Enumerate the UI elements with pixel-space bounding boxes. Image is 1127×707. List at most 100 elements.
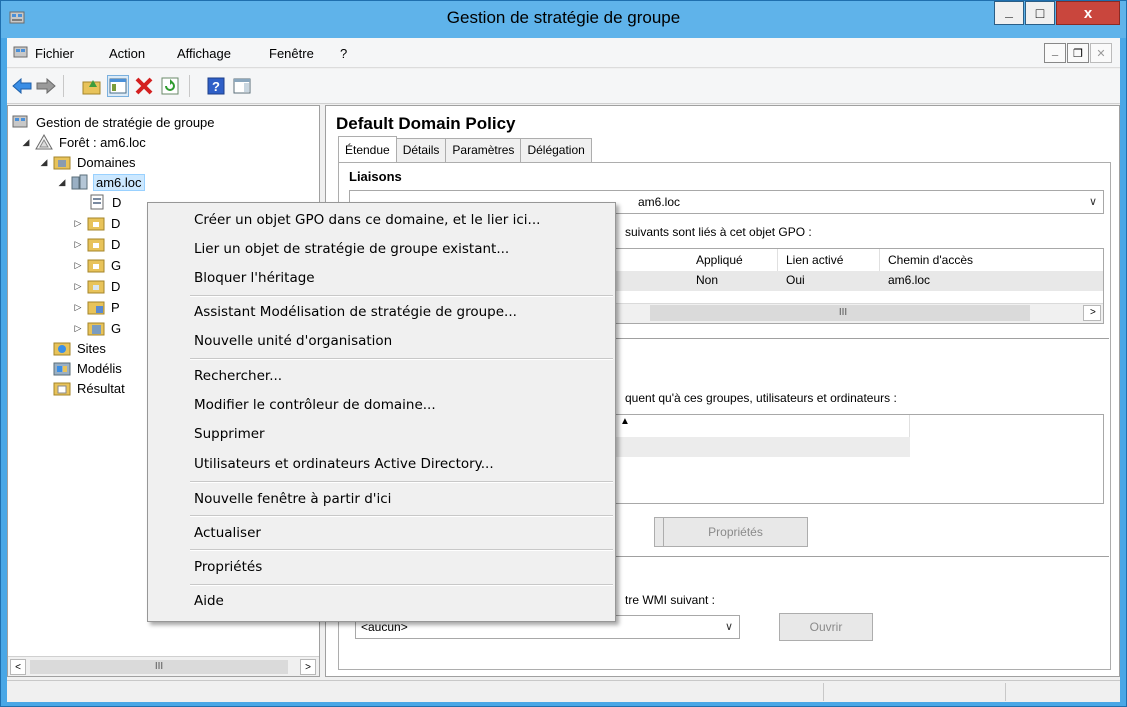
properties-button[interactable]: Propriétés bbox=[663, 517, 808, 547]
title-bar[interactable]: Gestion de stratégie de groupe _ □ x bbox=[1, 1, 1126, 38]
tree-domain-label: am6.loc bbox=[93, 173, 145, 191]
mdi-restore-button[interactable]: ❐ bbox=[1067, 43, 1089, 63]
tree-child-ou[interactable]: ▷ D bbox=[72, 276, 122, 296]
tree-root[interactable]: Gestion de stratégie de groupe bbox=[12, 112, 217, 132]
collapse-arrow-icon[interactable]: ◢ bbox=[38, 157, 50, 168]
tree-child-ou[interactable]: ▷ D bbox=[72, 234, 122, 254]
tree-forest-label: Forêt : am6.loc bbox=[59, 134, 146, 150]
show-hide-tree-button[interactable] bbox=[107, 75, 129, 97]
gpm-root-icon bbox=[12, 115, 28, 128]
menu-separator bbox=[190, 295, 613, 297]
tree-forest[interactable]: ◢ Forêt : am6.loc bbox=[20, 132, 148, 152]
maximize-icon: □ bbox=[1035, 5, 1045, 21]
mdi-restore-icon: ❐ bbox=[1073, 47, 1083, 60]
menu-fenetre[interactable]: Fenêtre bbox=[269, 46, 314, 61]
tree-child-label: D bbox=[112, 194, 122, 210]
expand-arrow-icon[interactable]: ▷ bbox=[72, 239, 84, 250]
tab-details[interactable]: Détails bbox=[395, 138, 447, 162]
tree-child-label: D bbox=[111, 236, 121, 252]
tree-child-ou[interactable]: ▷ D bbox=[72, 213, 122, 233]
scroll-thumb[interactable]: III bbox=[30, 660, 288, 674]
tree-child-gpo-link[interactable]: D bbox=[88, 192, 123, 212]
tree-sites[interactable]: Sites bbox=[38, 338, 108, 358]
ou-folder-icon bbox=[87, 217, 105, 231]
tree-child-ou[interactable]: ▷ P bbox=[72, 297, 122, 317]
scroll-left-arrow-icon[interactable]: < bbox=[10, 659, 26, 675]
menu-action[interactable]: Action bbox=[109, 46, 145, 61]
menu-bar: Fichier Action Affichage Fenêtre ? _ ❐ ✕ bbox=[7, 38, 1120, 68]
ctx-delete[interactable]: Supprimer bbox=[150, 421, 613, 448]
tree-horizontal-scrollbar[interactable]: < III > bbox=[8, 656, 319, 676]
mdi-close-icon: ✕ bbox=[1096, 47, 1106, 60]
expand-arrow-icon[interactable]: ▷ bbox=[72, 218, 84, 229]
tree-domains[interactable]: ◢ Domaines bbox=[38, 152, 138, 172]
collapse-arrow-icon[interactable]: ◢ bbox=[56, 177, 68, 188]
ctx-new-window[interactable]: Nouvelle fenêtre à partir d'ici bbox=[150, 486, 613, 513]
cell-link-enabled: Oui bbox=[786, 273, 805, 287]
delete-button[interactable] bbox=[133, 75, 155, 97]
tree-modeling[interactable]: Modélis bbox=[38, 358, 124, 378]
forward-button[interactable] bbox=[35, 75, 57, 97]
ctx-new-ou[interactable]: Nouvelle unité d'organisation bbox=[150, 328, 613, 355]
mdi-close-button[interactable]: ✕ bbox=[1090, 43, 1112, 63]
mdi-minimize-button[interactable]: _ bbox=[1044, 43, 1066, 63]
properties-view-button[interactable] bbox=[231, 75, 253, 97]
tree-child-label: D bbox=[111, 215, 121, 231]
minimize-icon: _ bbox=[1005, 3, 1013, 19]
tree-results[interactable]: Résultat bbox=[38, 378, 127, 398]
maximize-button[interactable]: □ bbox=[1025, 1, 1055, 25]
tree-root-label: Gestion de stratégie de groupe bbox=[36, 114, 215, 130]
ctx-help[interactable]: Aide bbox=[150, 588, 613, 615]
ctx-link-existing-gpo[interactable]: Lier un objet de stratégie de groupe exi… bbox=[150, 236, 613, 263]
menu-help[interactable]: ? bbox=[340, 46, 347, 61]
expand-arrow-icon[interactable]: ▷ bbox=[72, 302, 84, 313]
menu-affichage[interactable]: Affichage bbox=[177, 46, 231, 61]
chevron-down-icon[interactable]: ∨ bbox=[1089, 191, 1097, 213]
back-button[interactable] bbox=[11, 75, 33, 97]
ctx-change-dc[interactable]: Modifier le contrôleur de domaine... bbox=[150, 392, 613, 419]
open-button[interactable]: Ouvrir bbox=[779, 613, 873, 641]
help-icon: ? bbox=[207, 77, 225, 95]
back-arrow-icon bbox=[12, 78, 32, 94]
ctx-refresh[interactable]: Actualiser bbox=[150, 520, 613, 547]
delete-x-icon bbox=[135, 77, 153, 95]
expand-arrow-icon[interactable]: ▷ bbox=[72, 281, 84, 292]
menu-fichier[interactable]: Fichier bbox=[35, 46, 74, 61]
ctx-create-gpo[interactable]: Créer un objet GPO dans ce domaine, et l… bbox=[150, 207, 613, 234]
minimize-button[interactable]: _ bbox=[994, 1, 1024, 25]
tab-etendue[interactable]: Étendue bbox=[338, 136, 397, 162]
expand-arrow-icon[interactable]: ▷ bbox=[72, 260, 84, 271]
ctx-search[interactable]: Rechercher... bbox=[150, 363, 613, 390]
toolbar-separator bbox=[63, 75, 64, 97]
col-header-applied[interactable]: Appliqué bbox=[690, 249, 778, 271]
sort-up-icon: ▲ bbox=[620, 416, 630, 427]
refresh-button[interactable] bbox=[159, 75, 181, 97]
client-area: Fichier Action Affichage Fenêtre ? _ ❐ ✕ bbox=[7, 38, 1120, 702]
wmi-description: tre WMI suivant : bbox=[625, 593, 716, 607]
expand-arrow-icon[interactable]: ▷ bbox=[72, 323, 84, 334]
col-header-path[interactable]: Chemin d'accès bbox=[882, 249, 1102, 271]
help-button[interactable]: ? bbox=[205, 75, 227, 97]
menu-separator bbox=[190, 515, 613, 517]
tree-child-ou[interactable]: ▷ G bbox=[72, 318, 123, 338]
domains-folder-icon bbox=[53, 156, 71, 170]
ctx-aduc[interactable]: Utilisateurs et ordinateurs Active Direc… bbox=[150, 451, 613, 478]
scroll-right-arrow-icon[interactable]: > bbox=[300, 659, 316, 675]
tree-child-ou[interactable]: ▷ G bbox=[72, 255, 123, 275]
domain-icon bbox=[71, 174, 88, 190]
ctx-block-inheritance[interactable]: Bloquer l'héritage bbox=[150, 265, 613, 292]
collapse-arrow-icon[interactable]: ◢ bbox=[20, 137, 32, 148]
col-header-link-enabled[interactable]: Lien activé bbox=[780, 249, 880, 271]
tab-parametres[interactable]: Paramètres bbox=[445, 138, 522, 162]
chevron-down-icon[interactable]: ∨ bbox=[725, 616, 733, 638]
links-scroll-thumb[interactable]: III bbox=[650, 305, 1030, 321]
tab-delegation[interactable]: Délégation bbox=[520, 138, 592, 162]
ctx-modeling-wizard[interactable]: Assistant Modélisation de stratégie de g… bbox=[150, 299, 613, 326]
console-menu-icon[interactable] bbox=[13, 46, 29, 60]
tree-domain-am6[interactable]: ◢ am6.loc bbox=[56, 172, 145, 192]
close-button[interactable]: x bbox=[1056, 1, 1120, 25]
up-folder-button[interactable] bbox=[81, 75, 103, 97]
scroll-right-arrow-icon[interactable]: > bbox=[1083, 305, 1101, 321]
ctx-properties[interactable]: Propriétés bbox=[150, 554, 613, 581]
tree-child-label: P bbox=[111, 299, 120, 315]
